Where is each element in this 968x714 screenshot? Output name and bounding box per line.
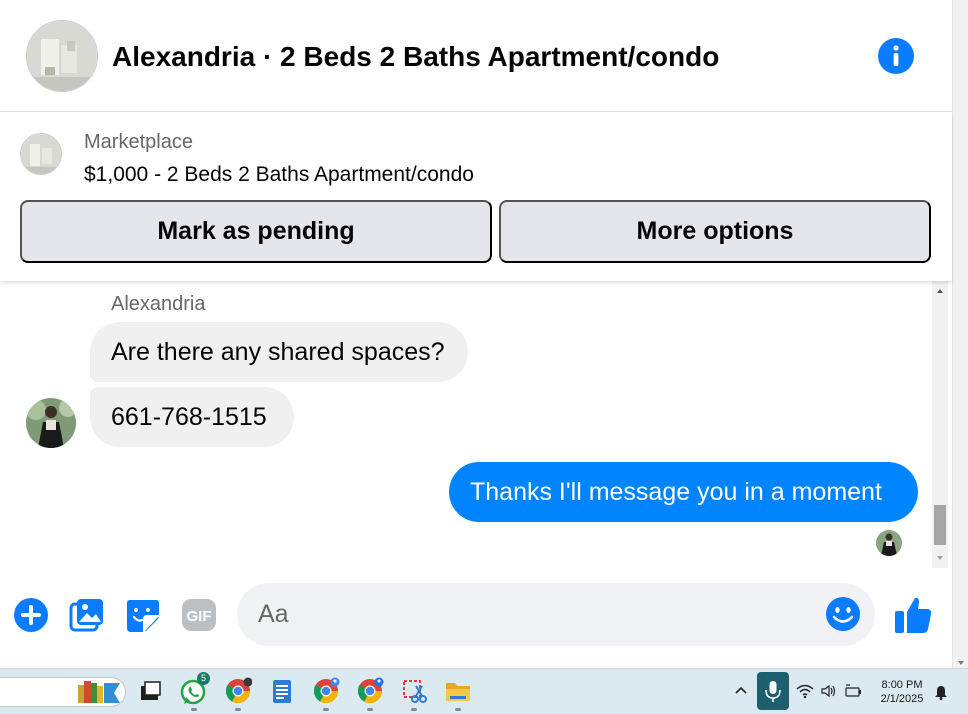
incoming-message[interactable]: 661-768-1515 <box>90 387 294 447</box>
gif-icon[interactable]: GIF <box>180 596 218 634</box>
notepad-icon[interactable] <box>268 677 296 705</box>
messenger-window: Alexandria · 2 Beds 2 Baths Apartment/co… <box>0 0 968 714</box>
listing-title[interactable]: $1,000 - 2 Beds 2 Baths Apartment/condo <box>84 163 474 187</box>
listing-source-label: Marketplace <box>84 131 193 153</box>
running-indicator <box>411 708 417 711</box>
running-indicator <box>191 708 197 711</box>
snipping-tool-icon[interactable] <box>400 677 428 705</box>
wifi-icon[interactable] <box>796 683 814 704</box>
running-indicator <box>235 708 241 711</box>
message-thread: Alexandria Are there any shared spaces? … <box>0 281 952 568</box>
running-indicator <box>367 708 373 711</box>
message-composer: GIF <box>0 568 952 668</box>
photo-icon[interactable] <box>68 596 106 634</box>
plus-circle-icon[interactable] <box>12 596 50 634</box>
chrome-profile-2-icon[interactable] <box>356 677 384 705</box>
folder-icon[interactable] <box>444 677 472 705</box>
conversation-header: Alexandria · 2 Beds 2 Baths Apartment/co… <box>0 0 952 112</box>
scroll-up-arrow[interactable] <box>937 289 943 293</box>
more-options-button[interactable]: More options <box>499 200 931 263</box>
sticker-icon[interactable] <box>124 596 162 634</box>
notification-bell-icon[interactable] <box>934 684 948 705</box>
mark-as-pending-button[interactable]: Mark as pending <box>20 200 492 263</box>
chevron-up-icon[interactable] <box>734 683 748 702</box>
message-input[interactable] <box>237 583 875 646</box>
scroll-down-arrow[interactable] <box>958 661 964 665</box>
thread-scrollbar[interactable] <box>932 281 948 568</box>
whatsapp-icon[interactable]: 5 <box>180 672 210 705</box>
emoji-icon[interactable] <box>825 596 861 632</box>
microphone-button[interactable] <box>757 672 789 710</box>
incoming-message[interactable]: Are there any shared spaces? <box>90 322 468 382</box>
listing-avatar[interactable] <box>26 20 98 92</box>
scrollbar-thumb[interactable] <box>934 505 946 545</box>
whatsapp-badge: 5 <box>197 672 210 685</box>
gif-label: GIF <box>187 608 212 625</box>
info-circle-icon[interactable] <box>878 38 914 74</box>
running-indicator <box>323 708 329 711</box>
scroll-down-arrow[interactable] <box>937 556 943 560</box>
seen-indicator-avatar <box>876 530 902 556</box>
chrome-profile-icon[interactable] <box>312 677 340 705</box>
battery-icon[interactable] <box>844 683 862 704</box>
volume-icon[interactable] <box>820 683 836 704</box>
listing-thumbnail[interactable] <box>20 133 62 175</box>
outgoing-message[interactable]: Thanks I'll message you in a moment <box>449 462 918 522</box>
conversation-title: Alexandria · 2 Beds 2 Baths Apartment/co… <box>112 41 720 72</box>
file-explorer-stack-icon[interactable] <box>76 677 122 705</box>
clock-date[interactable]: 2/1/2025 <box>870 693 934 705</box>
sender-avatar[interactable] <box>26 398 76 448</box>
chrome-icon[interactable] <box>224 677 253 705</box>
page-scrollbar[interactable] <box>952 0 968 668</box>
sender-name: Alexandria <box>111 293 206 315</box>
windows-taskbar: 5 8:00 PM 2/1/2025 <box>0 668 968 714</box>
running-indicator <box>455 708 461 711</box>
thumbs-up-icon[interactable] <box>892 594 934 636</box>
task-view-icon[interactable] <box>136 677 164 705</box>
marketplace-listing-panel: Marketplace $1,000 - 2 Beds 2 Baths Apar… <box>0 113 952 281</box>
clock-time[interactable]: 8:00 PM <box>870 677 934 693</box>
